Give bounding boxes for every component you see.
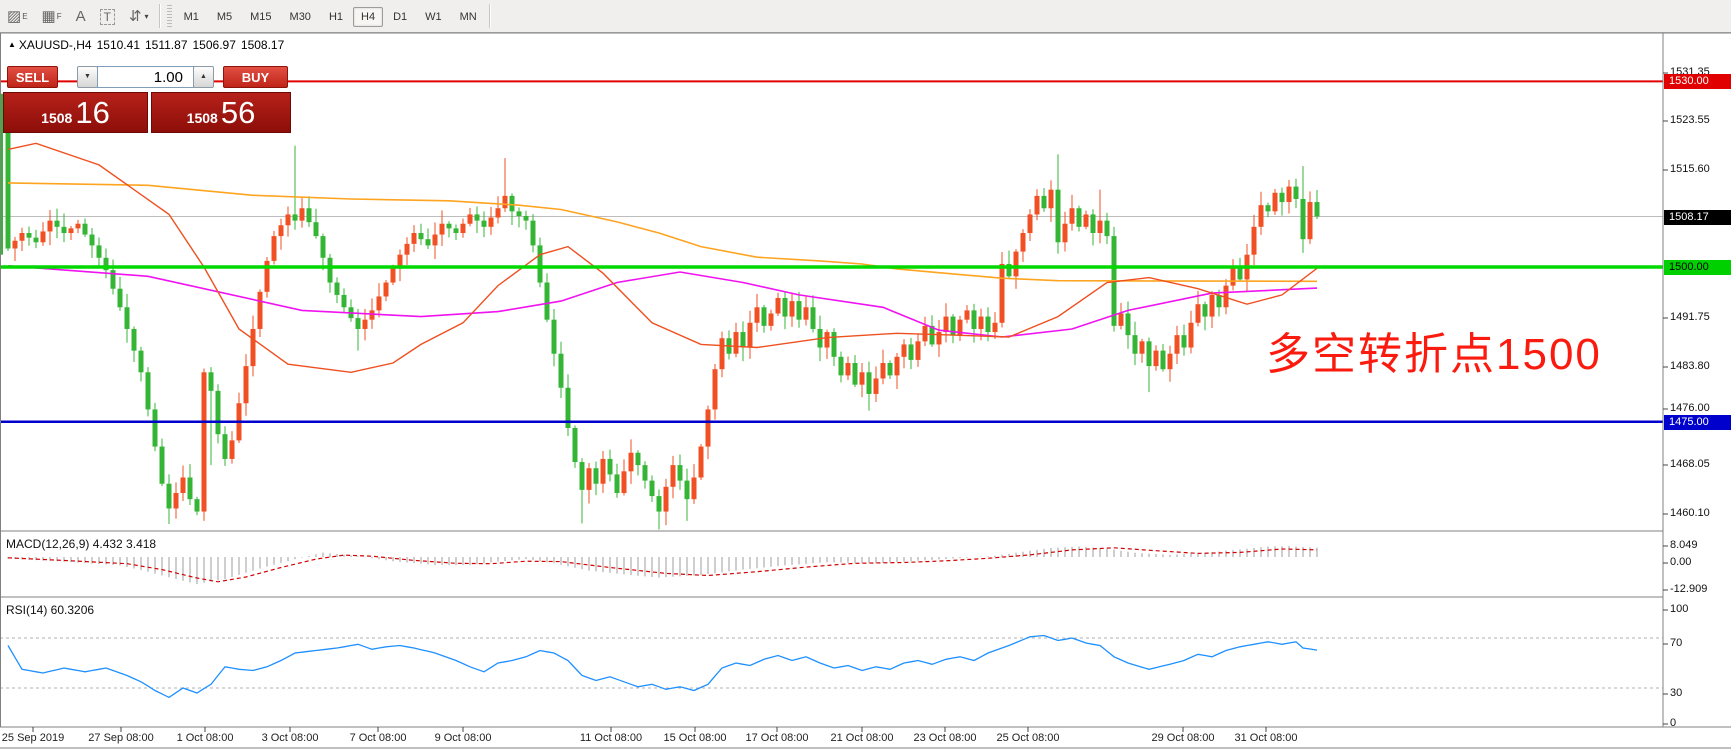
price-axis-label: 1476.00 (1670, 402, 1710, 414)
rsi-axis-label: 30 (1670, 687, 1682, 699)
time-axis-label: 7 Oct 08:00 (350, 732, 407, 744)
ask-price-box[interactable]: 1508 56 (151, 92, 291, 133)
time-axis-label: 27 Sep 08:00 (88, 732, 153, 744)
price-axis-label: 1483.80 (1670, 360, 1710, 372)
macd-layer (8, 546, 1317, 584)
price-axis-label: 1491.75 (1670, 311, 1710, 323)
macd-label: MACD(12,26,9) 4.432 3.418 (6, 537, 156, 551)
ohlc-open: 1510.41 (97, 38, 140, 52)
rsi-label: RSI(14) 60.3206 (6, 603, 94, 617)
ask-price-main: 1508 (187, 110, 218, 126)
time-axis-label: 29 Oct 08:00 (1152, 732, 1215, 744)
buy-button[interactable]: BUY (223, 66, 288, 88)
time-axis-label: 3 Oct 08:00 (262, 732, 319, 744)
rsi-layer (0, 636, 1663, 698)
macd-axis-label: 0.00 (1670, 556, 1691, 568)
bid-price-pips: 16 (75, 95, 109, 131)
price-level-badge: 1530.00 (1664, 74, 1731, 89)
one-click-trade-panel: SELL ▼ 1.00 ▲ BUY 1508 16 1508 56 (3, 62, 291, 133)
ohlc-high: 1511.87 (145, 38, 188, 52)
bid-price-box[interactable]: 1508 16 (3, 92, 148, 133)
sell-button[interactable]: SELL (7, 66, 58, 88)
price-level-badge: 1475.00 (1664, 415, 1731, 430)
rsi-axis-label: 70 (1670, 637, 1682, 649)
axis-ticks (33, 73, 1668, 732)
time-axis-label: 21 Oct 08:00 (831, 732, 894, 744)
time-axis-label: 1 Oct 08:00 (177, 732, 234, 744)
ohlc-close: 1508.17 (241, 38, 284, 52)
rsi-axis-label: 0 (1670, 717, 1676, 729)
ohlc-low: 1506.97 (193, 38, 236, 52)
collapse-triangle-icon: ▲ (8, 40, 16, 49)
volume-increase-button[interactable]: ▲ (193, 66, 214, 88)
price-level-badge: 1508.17 (1664, 210, 1731, 225)
volume-decrease-button[interactable]: ▼ (77, 66, 98, 88)
macd-axis-label: 8.049 (1670, 539, 1698, 551)
symbol-period: XAUUSD-,H4 (19, 38, 92, 52)
time-axis-label: 23 Oct 08:00 (914, 732, 977, 744)
price-axis-label: 1523.55 (1670, 114, 1710, 126)
rsi-axis-label: 100 (1670, 603, 1688, 615)
chart-ohlc-header: ▲XAUUSD-,H4 1510.41 1511.87 1506.97 1508.17 (8, 38, 289, 52)
volume-input[interactable]: 1.00 (97, 66, 194, 88)
price-axis-label: 1468.05 (1670, 458, 1710, 470)
time-axis-label: 25 Oct 08:00 (997, 732, 1060, 744)
bid-price-main: 1508 (41, 110, 72, 126)
time-axis-label: 9 Oct 08:00 (435, 732, 492, 744)
ask-price-pips: 56 (221, 95, 255, 131)
time-axis-label: 17 Oct 08:00 (746, 732, 809, 744)
chart-annotation-text: 多空转折点1500 (1266, 318, 1602, 382)
price-axis-label: 1515.60 (1670, 163, 1710, 175)
panel-frames (0, 33, 1731, 748)
price-axis-label: 1460.10 (1670, 507, 1710, 519)
macd-axis-label: -12.909 (1670, 583, 1707, 595)
price-level-badge: 1500.00 (1664, 260, 1731, 275)
moving-averages-layer (8, 143, 1317, 372)
time-axis-label: 15 Oct 08:00 (664, 732, 727, 744)
candles-layer (0, 94, 1320, 530)
time-axis-label: 25 Sep 2019 (2, 732, 64, 744)
time-axis-label: 31 Oct 08:00 (1235, 732, 1298, 744)
time-axis-label: 11 Oct 08:00 (580, 732, 642, 744)
